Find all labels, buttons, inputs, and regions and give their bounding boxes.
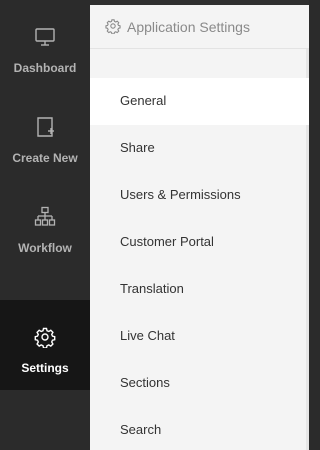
- menu-item-sections[interactable]: Sections: [90, 360, 309, 407]
- menu-item-label: Translation: [120, 281, 184, 296]
- rail-item-dashboard[interactable]: Dashboard: [0, 0, 90, 90]
- panel-spacer: [90, 49, 309, 78]
- menu-item-search[interactable]: Search: [90, 407, 309, 450]
- side-rail: Dashboard Create New Workflow Settings: [0, 0, 90, 450]
- workflow-icon: [34, 206, 56, 226]
- menu-item-general[interactable]: General: [90, 78, 309, 125]
- rail-item-label: Settings: [21, 361, 69, 375]
- gear-icon: [34, 327, 56, 348]
- menu-item-label: General: [120, 93, 167, 108]
- panel-header: Application Settings: [90, 5, 309, 49]
- menu-item-translation[interactable]: Translation: [90, 266, 309, 313]
- monitor-icon: [35, 28, 55, 46]
- settings-panel: Application Settings General Share Users…: [90, 5, 309, 450]
- menu-item-label: Sections: [120, 375, 170, 390]
- rail-item-label: Create New: [12, 151, 78, 165]
- new-document-icon: [37, 117, 54, 137]
- menu-item-customer-portal[interactable]: Customer Portal: [90, 219, 309, 266]
- menu-item-label: Customer Portal: [120, 234, 214, 249]
- menu-item-label: Share: [120, 140, 155, 155]
- rail-item-settings[interactable]: Settings: [0, 300, 90, 390]
- menu-item-label: Users & Permissions: [120, 187, 241, 202]
- rail-item-workflow[interactable]: Workflow: [0, 180, 90, 270]
- menu-item-users-permissions[interactable]: Users & Permissions: [90, 172, 309, 219]
- menu-item-live-chat[interactable]: Live Chat: [90, 313, 309, 360]
- rail-item-label: Dashboard: [13, 61, 77, 75]
- gear-icon: [105, 19, 121, 34]
- menu-item-label: Search: [120, 422, 162, 437]
- rail-item-create-new[interactable]: Create New: [0, 90, 90, 180]
- menu-item-label: Live Chat: [120, 328, 175, 343]
- panel-title: Application Settings: [127, 19, 250, 35]
- menu-item-share[interactable]: Share: [90, 125, 309, 172]
- rail-item-label: Workflow: [18, 241, 72, 255]
